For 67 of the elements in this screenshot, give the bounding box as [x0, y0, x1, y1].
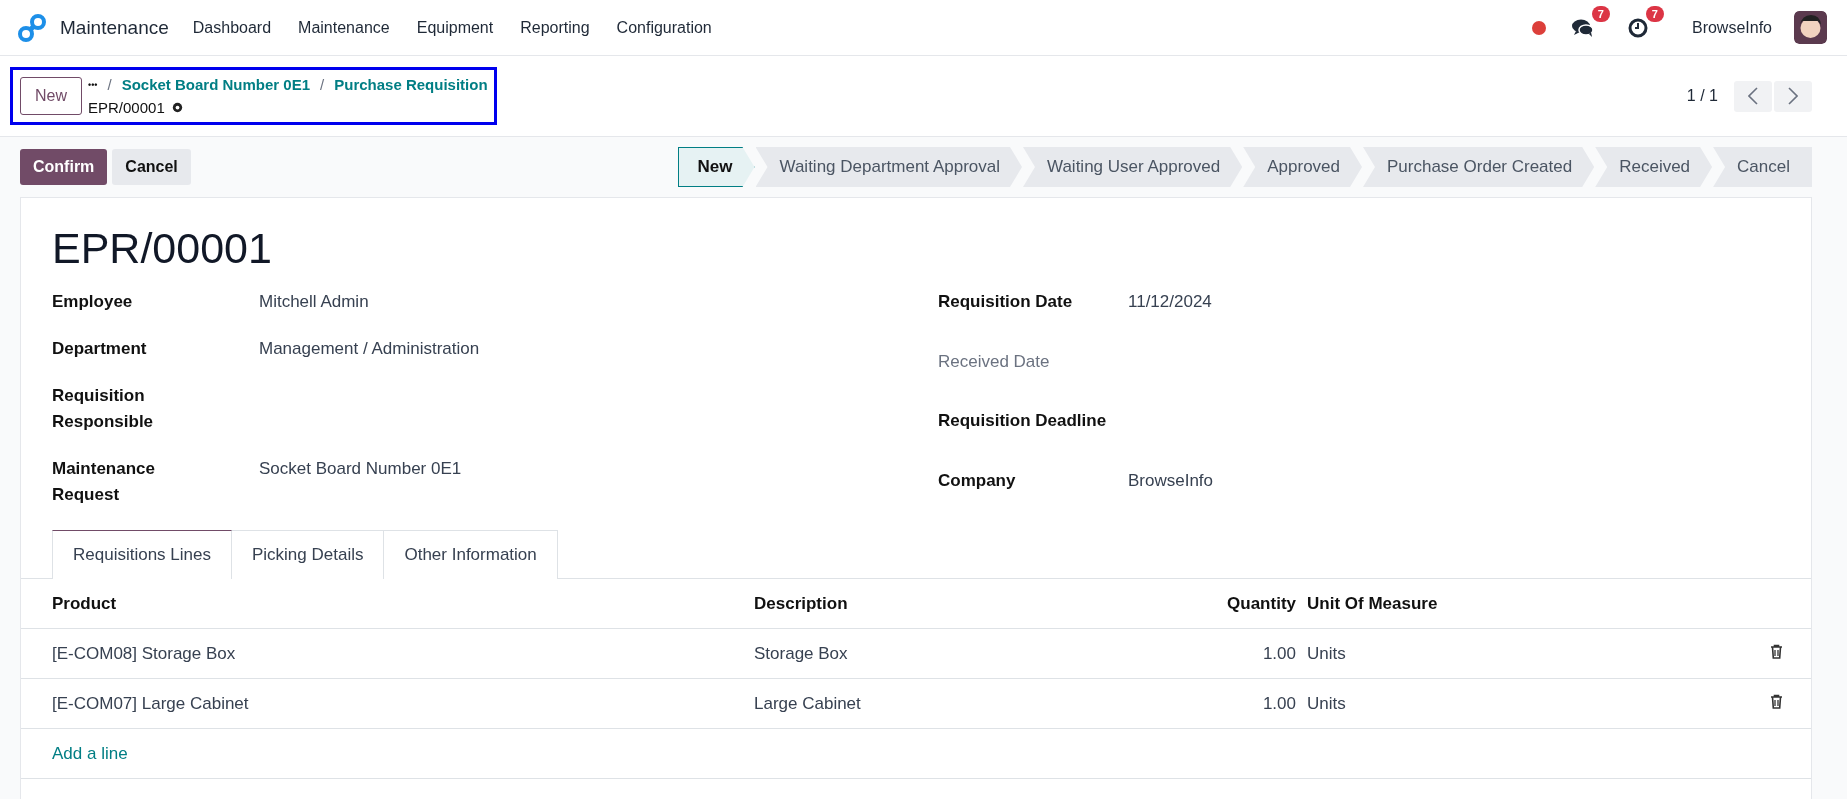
table-cell: 1.00	[1262, 643, 1296, 663]
field-label: Requisition Deadline	[938, 410, 1108, 432]
column-header[interactable]: Quantity	[1175, 579, 1306, 629]
status-stage[interactable]: Received	[1595, 147, 1713, 187]
field-label: Department	[52, 338, 148, 360]
chat-icon[interactable]	[1571, 17, 1594, 38]
field-label: Requisition Date	[938, 291, 1074, 313]
previous-button[interactable]	[1734, 80, 1772, 112]
menu-item[interactable]: Dashboard	[192, 18, 272, 37]
status-stage[interactable]: Purchase Order Created	[1363, 147, 1595, 187]
clock-icon[interactable]	[1627, 17, 1648, 38]
field-value[interactable]: 11/12/2024	[1128, 292, 1212, 311]
status-stage[interactable]: New	[677, 147, 755, 187]
chevron-left-icon	[1748, 87, 1758, 105]
table-cell: [E-COM07] Large Cabinet	[52, 693, 249, 713]
new-button[interactable]: New	[20, 77, 82, 115]
breadcrumb-link[interactable]: Purchase Requisition	[334, 76, 488, 93]
company-name[interactable]: BrowseInfo	[1691, 18, 1772, 37]
field-label: Received Date	[938, 350, 1051, 373]
record-title: EPR/00001	[51, 223, 273, 274]
trash-icon[interactable]	[1770, 693, 1783, 709]
table-cell: Units	[1307, 693, 1346, 713]
status-dot[interactable]	[1531, 20, 1546, 35]
app-name[interactable]: Maintenance	[60, 16, 169, 39]
breadcrumb-separator: /	[320, 76, 325, 93]
field-value[interactable]: BrowseInfo	[1128, 470, 1214, 490]
confirm-button[interactable]: Confirm	[20, 149, 108, 185]
breadcrumb-separator: /	[107, 76, 112, 93]
field-label: Employee	[52, 291, 134, 313]
field-label: Maintenance Request	[52, 458, 156, 506]
activity-count-badge: 7	[1645, 5, 1664, 22]
next-button[interactable]	[1774, 80, 1812, 112]
menu-item[interactable]: Configuration	[616, 18, 712, 37]
cancel-button[interactable]: Cancel	[112, 149, 191, 185]
menu-item[interactable]: Maintenance	[298, 18, 390, 37]
table-cell: Units	[1307, 643, 1346, 663]
chevron-right-icon	[1788, 87, 1798, 105]
message-count-badge: 7	[1591, 5, 1610, 22]
field-value[interactable]: Mitchell Admin	[259, 292, 369, 311]
add-line-link[interactable]: Add a line	[52, 743, 128, 763]
breadcrumb-link[interactable]: Socket Board Number 0E1	[121, 76, 311, 93]
field-label: Requisition Responsible	[52, 385, 155, 433]
trash-icon[interactable]	[1770, 643, 1783, 659]
logo-icon[interactable]	[18, 13, 46, 42]
field-value[interactable]: Management / Administration	[259, 339, 480, 358]
avatar-icon[interactable]	[1794, 11, 1827, 44]
record-name: EPR/00001	[88, 99, 165, 116]
status-stage[interactable]: Cancel	[1713, 147, 1812, 187]
pager-text: 1 / 1	[1686, 87, 1718, 105]
status-stage[interactable]: Waiting User Approved	[1023, 147, 1243, 187]
column-header[interactable]: Product	[21, 579, 753, 629]
column-header[interactable]: Description	[753, 579, 1175, 629]
menu-item[interactable]: Reporting	[520, 18, 590, 37]
table-cell: 1.00	[1262, 693, 1296, 713]
menu-item[interactable]: Equipment	[416, 18, 494, 37]
form-tab[interactable]: Other Information	[384, 530, 558, 579]
field-label: Company	[938, 469, 1017, 492]
form-tab[interactable]: Requisitions Lines	[52, 530, 232, 579]
column-header[interactable]: Unit Of Measure	[1306, 579, 1690, 629]
table-cell: Large Cabinet	[754, 693, 861, 713]
status-stage[interactable]: Approved	[1243, 147, 1362, 187]
table-cell: Storage Box	[754, 643, 848, 663]
status-stage[interactable]: Waiting Department Approval	[755, 147, 1022, 187]
form-tab[interactable]: Picking Details	[231, 530, 385, 579]
more-breadcrumbs[interactable]: •••	[88, 79, 98, 90]
field-value[interactable]: Socket Board Number 0E1	[259, 459, 462, 478]
table-cell: [E-COM08] Storage Box	[52, 643, 236, 663]
